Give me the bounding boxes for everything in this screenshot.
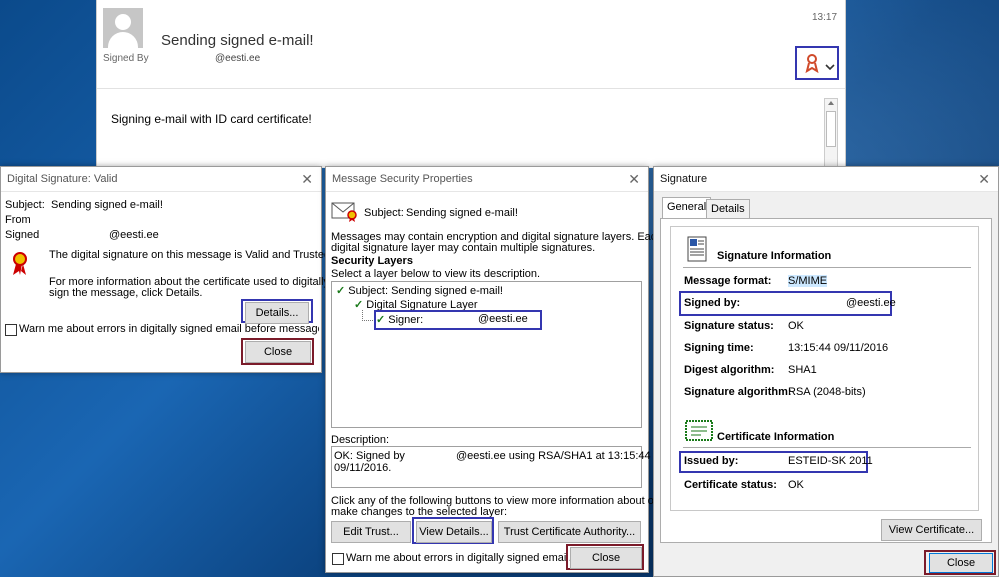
dialog-title: Digital Signature: Valid xyxy=(7,173,118,185)
tab-strip: General Details xyxy=(660,197,990,219)
tree-item-signer[interactable]: ✓ Signer: xyxy=(376,313,423,326)
tab-details[interactable]: Details xyxy=(706,199,750,218)
tree-item-subject[interactable]: ✓ Subject: Sending signed e-mail! xyxy=(336,284,503,297)
signature-status-label: Signature status: xyxy=(684,320,774,332)
check-icon: ✓ xyxy=(336,285,346,297)
edit-trust-button[interactable]: Edit Trust... xyxy=(331,521,411,543)
from-label: From xyxy=(5,214,31,226)
title-bar: Message Security Properties ✕ xyxy=(326,167,648,192)
message-format-label: Message format: xyxy=(684,275,772,287)
email-body: Signing e-mail with ID card certificate! xyxy=(111,112,312,126)
signature-badge-button[interactable] xyxy=(795,46,839,80)
email-pane: Sending signed e-mail! Signed By @eesti.… xyxy=(96,0,846,170)
description-label: Description: xyxy=(331,434,390,446)
dialog-title: Signature xyxy=(660,173,708,185)
issued-by-label: Issued by: xyxy=(684,455,739,467)
security-layers-tree: ✓ Subject: Sending signed e-mail! ✓ Digi… xyxy=(331,281,642,428)
warn-checkbox[interactable] xyxy=(5,324,17,336)
view-details-button[interactable]: View Details... xyxy=(416,521,492,543)
digest-algorithm-label: Digest algorithm: xyxy=(684,364,775,376)
info-panel: Signature Information Message format: S/… xyxy=(670,226,979,511)
close-icon[interactable]: ✕ xyxy=(978,167,990,191)
signed-label: Signed xyxy=(5,229,40,241)
issued-by-value: ESTEID-SK 2011 xyxy=(788,455,873,467)
close-button[interactable]: Close xyxy=(570,547,642,569)
signer-value: @eesti.ee xyxy=(478,313,528,325)
digest-algorithm-value: SHA1 xyxy=(788,364,817,376)
signature-status-value: OK xyxy=(788,320,804,332)
valid-certificate-icon xyxy=(13,252,27,275)
signing-time-value: 13:15:44 09/11/2016 xyxy=(788,342,889,354)
signed-value: @eesti.ee xyxy=(109,229,159,241)
check-icon: ✓ xyxy=(376,314,386,326)
document-icon xyxy=(687,236,707,262)
valid-message: The digital signature on this message is… xyxy=(49,249,334,261)
warn-checkbox-label: Warn me about errors in digitally signed… xyxy=(19,323,319,335)
close-button[interactable]: Close xyxy=(245,341,311,363)
dialog-title: Message Security Properties xyxy=(332,173,473,185)
warn-checkbox[interactable] xyxy=(332,553,344,565)
email-subject: Sending signed e-mail! xyxy=(161,32,314,49)
signature-algorithm-value: RSA (2048-bits) xyxy=(788,386,866,398)
signature-info-heading: Signature Information xyxy=(717,250,832,262)
view-certificate-button[interactable]: View Certificate... xyxy=(881,519,982,541)
description-line-2: 09/11/2016. xyxy=(334,462,392,474)
ribbon-badge-icon xyxy=(805,54,835,74)
certificate-icon xyxy=(685,420,713,441)
signature-dialog: Signature ✕ General Details Signature In… xyxy=(653,166,999,577)
signed-by-label: Signed by: xyxy=(684,297,741,309)
security-layers-heading: Security Layers xyxy=(331,255,413,267)
info-line-2: digital signature layer may contain mult… xyxy=(331,242,596,254)
signature-algorithm-label: Signature algorithm: xyxy=(684,386,792,398)
email-time: 13:17 xyxy=(812,12,838,23)
description-box: OK: Signed by @eesti.ee using RSA/SHA1 a… xyxy=(331,446,651,488)
general-tab-panel: Signature Information Message format: S/… xyxy=(660,218,992,543)
select-layer-text: Select a layer below to view its descrip… xyxy=(331,268,541,280)
title-bar: Signature ✕ xyxy=(654,167,998,192)
close-icon[interactable]: ✕ xyxy=(628,167,640,191)
certificate-info-heading: Certificate Information xyxy=(717,431,835,443)
header-divider xyxy=(97,88,845,89)
subject-value: Sending signed e-mail! xyxy=(51,199,163,211)
signed-envelope-icon xyxy=(331,202,357,222)
close-icon[interactable]: ✕ xyxy=(301,167,313,191)
message-format-value: S/MIME xyxy=(788,275,828,287)
signed-by-value: @eesti.ee xyxy=(215,53,261,64)
email-scrollbar[interactable] xyxy=(824,98,838,170)
subject-label: Subject: xyxy=(5,199,45,211)
description-line-1a: OK: Signed by xyxy=(334,450,405,462)
details-message-line2: sign the message, click Details. xyxy=(49,287,203,299)
signing-time-label: Signing time: xyxy=(684,342,754,354)
digital-signature-valid-dialog: Digital Signature: Valid ✕ Subject: Send… xyxy=(0,166,333,373)
certificate-status-label: Certificate status: xyxy=(684,479,777,491)
tab-general[interactable]: General xyxy=(662,197,712,218)
divider xyxy=(683,447,971,448)
close-button[interactable]: Close xyxy=(929,553,993,573)
title-bar: Digital Signature: Valid ✕ xyxy=(1,167,321,192)
warn-checkbox-label: Warn me about errors in digitally signed… xyxy=(346,552,572,564)
tree-connector xyxy=(362,310,373,321)
description-line-1b: @eesti.ee using RSA/SHA1 at 13:15:44 xyxy=(456,450,651,462)
certificate-status-value: OK xyxy=(788,479,804,491)
message-security-properties-dialog: Message Security Properties ✕ Subject: S… xyxy=(325,166,662,573)
subject-value: Sending signed e-mail! xyxy=(406,207,518,219)
details-button[interactable]: Details... xyxy=(245,302,309,324)
signed-by-label: Signed By xyxy=(103,53,149,64)
divider xyxy=(683,267,971,268)
subject-label: Subject: xyxy=(364,207,404,219)
trust-certificate-authority-button[interactable]: Trust Certificate Authority... xyxy=(498,521,641,543)
signed-by-value: @eesti.ee xyxy=(846,297,896,309)
avatar xyxy=(103,8,143,48)
